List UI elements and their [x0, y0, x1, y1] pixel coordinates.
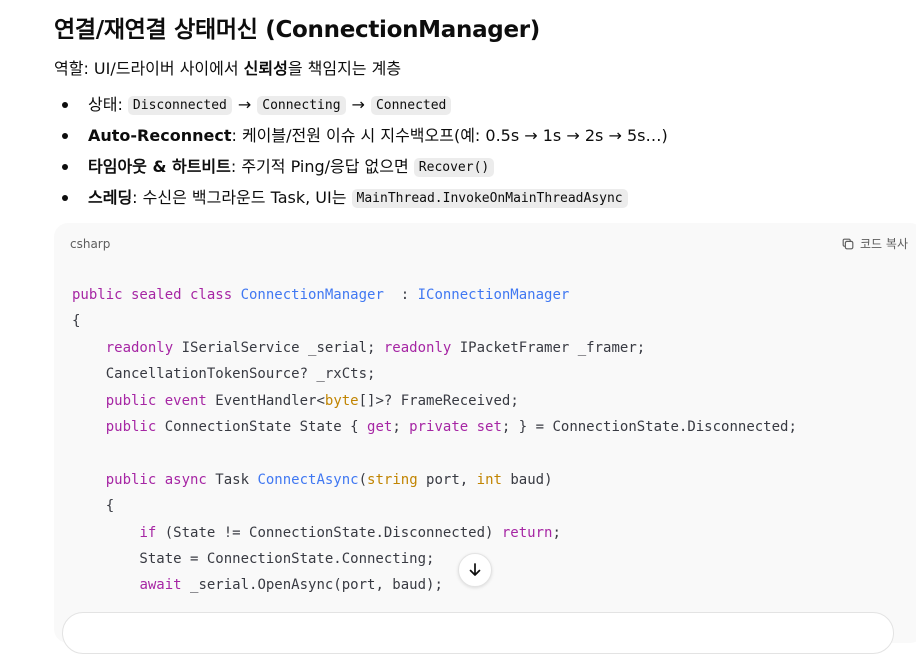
code-header: csharp 코드 복사 [70, 233, 908, 255]
bullet-text: : 수신은 백그라운드 Task, UI는 [132, 188, 352, 207]
code-token: ( [358, 471, 368, 488]
inline-code: Recover() [413, 158, 495, 177]
code-token: ConnectAsync [257, 471, 359, 488]
code-line: await _serial.OpenAsync(port, baud); [72, 577, 443, 594]
bullet-label: Auto-Reconnect [88, 126, 232, 145]
code-token: State = ConnectionState.Connecting; [72, 551, 435, 568]
copy-icon [842, 238, 854, 250]
code-token: if [139, 524, 157, 541]
role-description: 역할: UI/드라이버 사이에서 신뢰성을 책임지는 계층 [54, 57, 401, 81]
code-token: { [72, 498, 115, 515]
code-line: readonly ISerialService _serial; readonl… [72, 340, 645, 356]
code-token: CancellationTokenSource? _rxCts; [72, 366, 376, 383]
code-token: _serial.OpenAsync(port, baud); [181, 577, 443, 594]
code-token: IConnectionManager [417, 287, 570, 303]
code-token: get [367, 419, 393, 436]
bullet-list: 상태: Disconnected → Connecting → Connected Au… [54, 89, 916, 213]
code-token: int [476, 471, 502, 488]
code-token: Task [206, 471, 258, 488]
code-content: public sealed class ConnectionManager : … [72, 282, 797, 599]
state-connecting: Connecting [257, 96, 346, 115]
copy-code-label: 코드 복사 [860, 237, 908, 251]
code-token: ; [552, 524, 561, 541]
code-token: string [367, 471, 418, 488]
code-token: ; } = ConnectionState.Disconnected; [501, 419, 797, 436]
arrow: → [351, 95, 365, 114]
code-token: public sealed class [72, 287, 241, 303]
code-token: public event [105, 392, 207, 409]
inline-code: MainThread.InvokeOnMainThreadAsync [351, 189, 628, 208]
state-connected: Connected [370, 96, 452, 115]
code-token: ConnectionManager [240, 287, 384, 303]
arrow-down-icon [469, 563, 481, 576]
scroll-to-bottom-button[interactable] [458, 553, 492, 587]
code-line: public ConnectionState State { get; priv… [72, 419, 797, 435]
code-token: IPacketFramer _framer; [451, 339, 646, 356]
code-token: baud) [501, 471, 553, 488]
code-language: csharp [70, 237, 111, 251]
code-token: ISerialService _serial; [173, 339, 384, 356]
code-token: return [501, 524, 553, 541]
copy-code-button[interactable]: 코드 복사 [841, 233, 908, 255]
code-token: port, [417, 471, 477, 488]
code-line: { [72, 498, 114, 514]
bullet-timeout: 타임아웃 & 하트비트: 주기적 Ping/응답 없으면 Recover() [54, 151, 916, 182]
code-token: readonly [383, 339, 452, 356]
code-token: public async [105, 471, 207, 488]
code-token: []>? FrameReceived; [358, 392, 519, 409]
code-token: EventHandler< [206, 392, 325, 409]
role-suffix: 을 책임지는 계층 [287, 59, 402, 78]
bullet-text: : 주기적 Ping/응답 없으면 [230, 157, 414, 176]
message-composer[interactable] [62, 612, 894, 654]
bullet-auto-reconnect: Auto-Reconnect: 케이블/전원 이슈 시 지수백오프(예: 0.5… [54, 120, 916, 151]
code-line: public sealed class ConnectionManager : … [72, 287, 569, 303]
state-disconnected: Disconnected [127, 96, 232, 115]
arrow: → [237, 95, 252, 114]
code-token: public [105, 419, 157, 436]
code-line: if (State != ConnectionState.Disconnecte… [72, 524, 561, 541]
code-line: { [72, 313, 80, 329]
code-line: CancellationTokenSource? _rxCts; [72, 366, 376, 383]
code-token: ConnectionState State { [156, 419, 368, 436]
code-token: ; [392, 419, 410, 436]
code-token: : [383, 287, 418, 303]
role-prefix: 역할: UI/드라이버 사이에서 [54, 59, 244, 78]
code-line: public async Task ConnectAsync(string po… [72, 472, 553, 488]
code-line: public event EventHandler<byte[]>? Frame… [72, 393, 519, 409]
code-token: { [72, 313, 81, 330]
role-bold: 신뢰성 [243, 59, 288, 78]
code-token: readonly [105, 339, 174, 356]
states-label: 상태: [88, 95, 128, 114]
section-heading: 연결/재연결 상태머신 (ConnectionManager) [54, 17, 541, 43]
code-token: (State != ConnectionState.Disconnected) [156, 524, 502, 541]
bullet-label: 스레딩 [88, 188, 133, 207]
bullet-text: : 케이블/전원 이슈 시 지수백오프(예: 0.5s → 1s → 2s → … [231, 126, 668, 145]
code-token: private set [409, 419, 502, 436]
code-token: byte [324, 392, 359, 409]
bullet-label: 타임아웃 & 하트비트 [88, 157, 231, 176]
bullet-states: 상태: Disconnected → Connecting → Connected [54, 89, 916, 120]
bullet-threading: 스레딩: 수신은 백그라운드 Task, UI는 MainThread.Invo… [54, 182, 916, 213]
code-token: await [139, 577, 182, 594]
code-line: State = ConnectionState.Connecting; [72, 551, 434, 567]
